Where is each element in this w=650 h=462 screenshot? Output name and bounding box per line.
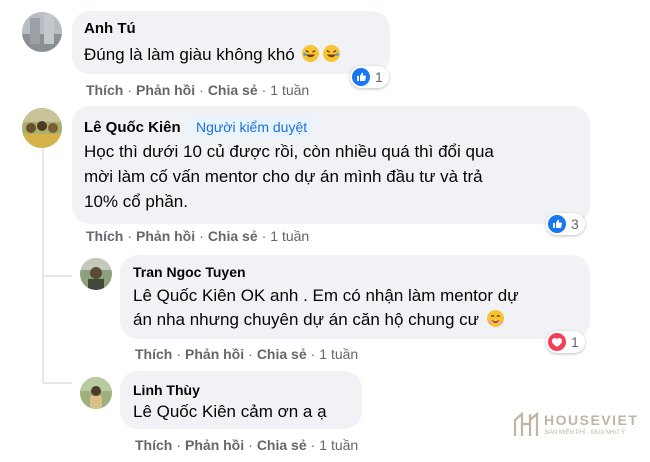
reply-author[interactable]: Linh Thùy	[133, 382, 200, 398]
reply-author[interactable]: Tran Ngoc Tuyen	[133, 264, 246, 280]
reply-text-content: cảm ơn a ạ	[236, 402, 327, 421]
comment-text-content: Đúng là làm giàu không khó	[84, 45, 295, 64]
laughing-emoji-icon	[302, 44, 320, 63]
share-button[interactable]: Chia sẻ	[208, 228, 258, 244]
thread-branch	[42, 275, 72, 277]
reaction-summary[interactable]: 3	[546, 213, 585, 235]
reaction-summary[interactable]: 1	[546, 331, 585, 353]
mention-link[interactable]: Lê Quốc Kiên	[133, 402, 236, 421]
reply-actions: Thích · Phản hồi · Chia sẻ · 1 tuần	[135, 437, 359, 453]
watermark-logo: HOUSEVIET BÁN MIỄN PHÍ · MUA NHƯ Ý	[512, 408, 647, 442]
avatar[interactable]	[22, 12, 62, 52]
timestamp[interactable]: 1 tuần	[319, 437, 358, 453]
reply-text-line: Lê Quốc Kiên cảm ơn a ạ	[133, 398, 327, 425]
watermark-tagline: BÁN MIỄN PHÍ · MUA NHƯ Ý	[545, 430, 626, 436]
like-button[interactable]: Thích	[86, 228, 123, 244]
comment-actions: Thích · Phản hồi · Chia sẻ · 1 tuần	[86, 228, 310, 244]
reaction-count: 1	[375, 69, 383, 85]
heart-reaction-icon	[548, 333, 566, 351]
reaction-summary[interactable]: 1	[350, 66, 389, 88]
like-reaction-icon	[548, 215, 566, 233]
avatar[interactable]	[80, 377, 112, 409]
share-button[interactable]: Chia sẻ	[257, 437, 307, 453]
reply-button[interactable]: Phản hồi	[136, 82, 195, 98]
reply-button[interactable]: Phản hồi	[185, 437, 244, 453]
reply-text-line: án nha nhưng chuyên dự án căn hộ chung c…	[133, 306, 505, 333]
reply-text-content: OK anh . Em có nhận làm mentor dự	[236, 286, 519, 305]
reply-button[interactable]: Phản hồi	[136, 228, 195, 244]
like-reaction-icon	[352, 68, 370, 86]
timestamp[interactable]: 1 tuần	[270, 82, 309, 98]
reaction-count: 1	[571, 334, 579, 350]
comment-actions: Thích · Phản hồi · Chia sẻ · 1 tuần	[86, 82, 310, 98]
smiling-emoji-icon	[486, 309, 504, 328]
comment-text-line: Học thì dưới 10 củ được rồi, còn nhiều q…	[84, 142, 494, 161]
reaction-count: 3	[571, 216, 579, 232]
thread-line	[42, 146, 44, 382]
watermark-brand: HOUSEVIET	[544, 412, 639, 428]
timestamp[interactable]: 1 tuần	[270, 228, 309, 244]
avatar[interactable]	[80, 258, 112, 290]
like-button[interactable]: Thích	[135, 437, 172, 453]
like-button[interactable]: Thích	[135, 346, 172, 362]
house-logo-icon	[513, 411, 539, 436]
reply-text-content: án nha nhưng chuyên dự án căn hộ chung c…	[133, 310, 480, 329]
reply-text-line: Lê Quốc Kiên OK anh . Em có nhận làm men…	[133, 282, 519, 309]
mention-link[interactable]: Lê Quốc Kiên	[133, 286, 236, 305]
like-button[interactable]: Thích	[86, 82, 123, 98]
comment-text-line: 10% cổ phần.	[84, 192, 188, 211]
comment-author[interactable]: Lê Quốc Kiên	[84, 119, 181, 136]
share-button[interactable]: Chia sẻ	[208, 82, 258, 98]
comment-text-line: mời làm cố vấn mentor cho dự án mình đầu…	[84, 167, 483, 186]
reply-actions: Thích · Phản hồi · Chia sẻ · 1 tuần	[135, 346, 359, 362]
timestamp[interactable]: 1 tuần	[319, 346, 358, 362]
moderator-badge: Người kiểm duyệt	[190, 117, 314, 137]
comment-text: Đúng là làm giàu không khó	[84, 41, 341, 68]
thread-branch-2	[42, 382, 72, 384]
laughing-emoji-icon	[323, 44, 341, 63]
reply-button[interactable]: Phản hồi	[185, 346, 244, 362]
comment-author[interactable]: Anh Tú	[84, 20, 136, 37]
avatar[interactable]	[22, 108, 62, 148]
share-button[interactable]: Chia sẻ	[257, 346, 307, 362]
